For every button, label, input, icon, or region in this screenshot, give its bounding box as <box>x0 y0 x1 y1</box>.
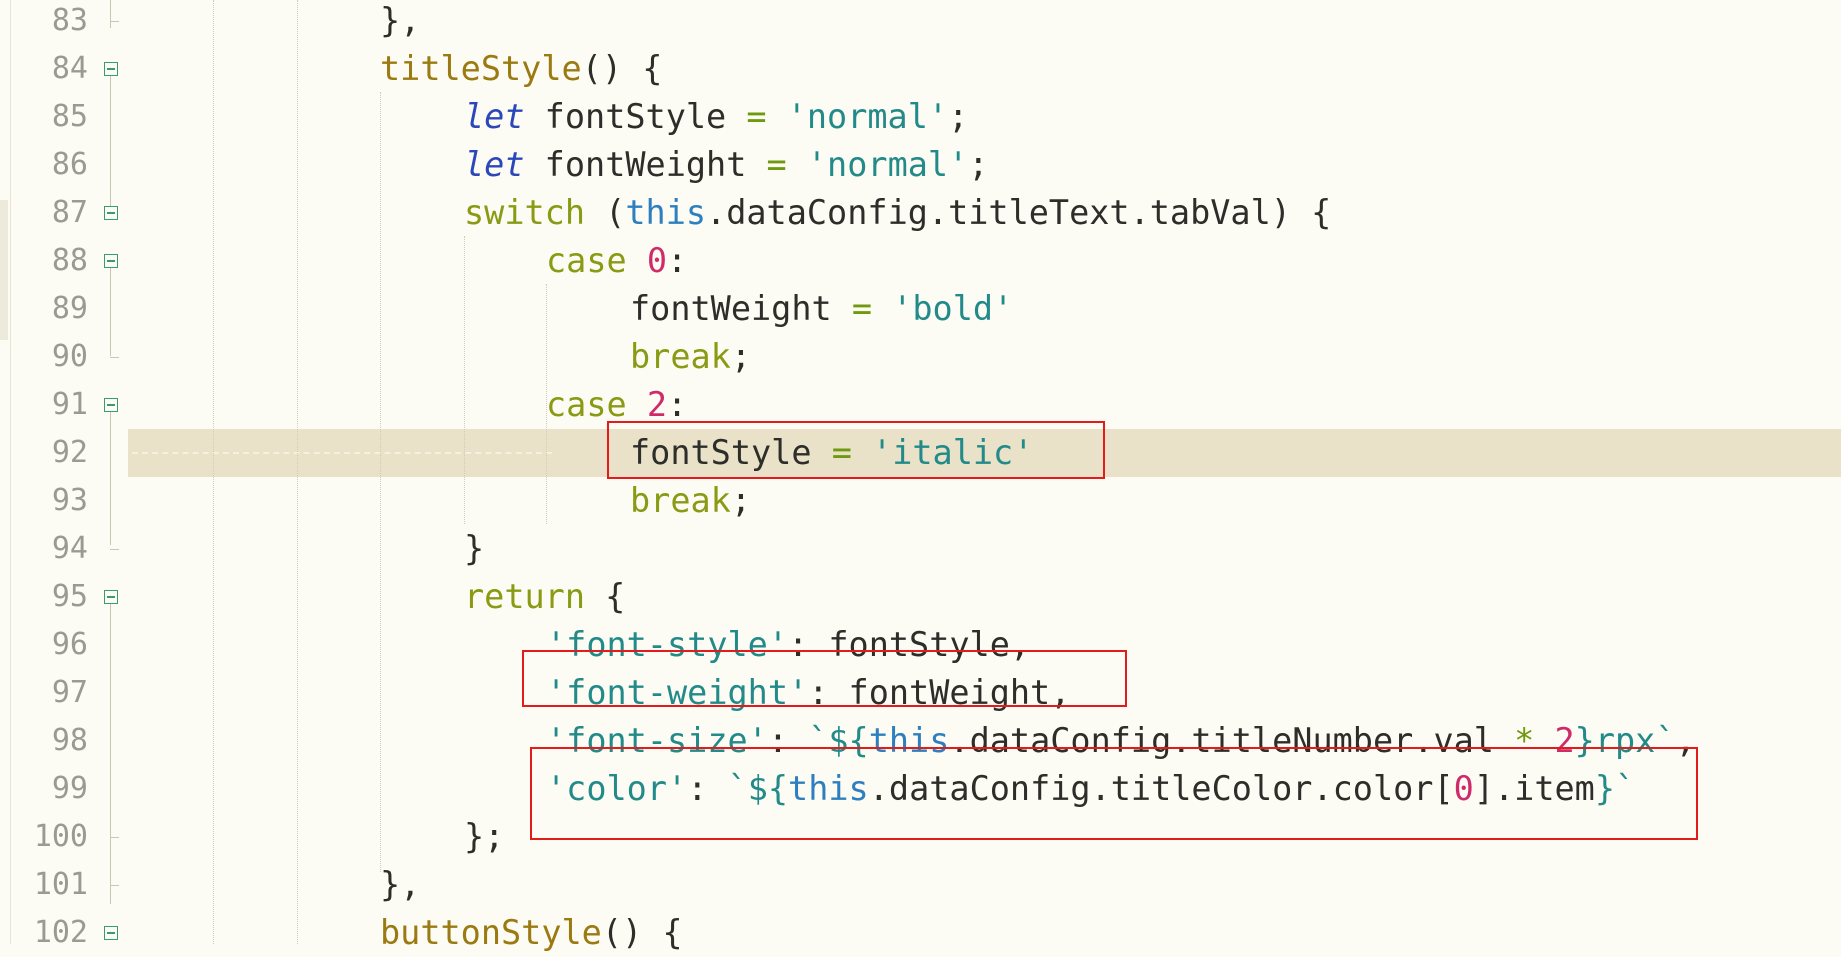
code-line-84[interactable]: titleStyle() { <box>380 45 662 93</box>
code-line-87[interactable]: switch (this.dataConfig.titleText.tabVal… <box>464 189 1331 237</box>
code-text: () { <box>601 913 683 952</box>
code-text: }; <box>464 817 505 856</box>
keyword: break <box>630 337 731 376</box>
keyword: let <box>464 97 525 136</box>
keyword: case <box>546 385 627 424</box>
method-name: titleStyle <box>380 49 582 88</box>
indent-whitespace-marker <box>132 452 552 454</box>
indent-guide <box>380 92 381 872</box>
keyword: let <box>464 145 525 184</box>
method-name: buttonStyle <box>380 913 602 952</box>
code-line-101[interactable]: }, <box>380 861 420 909</box>
code-text: ; <box>948 97 969 136</box>
code-text: () { <box>581 49 663 88</box>
code-text: { <box>585 577 626 616</box>
number-literal: 2 <box>646 385 668 424</box>
operator: = <box>851 289 873 328</box>
code-line-102[interactable]: buttonStyle() { <box>380 909 683 957</box>
code-text: fontWeight <box>524 145 767 184</box>
code-text: : <box>667 385 688 424</box>
annotation-box-italic <box>607 421 1105 479</box>
code-text: ; <box>968 145 989 184</box>
code-line-93[interactable]: break; <box>630 477 751 525</box>
code-text: ; <box>730 481 752 520</box>
code-text: ; <box>730 337 752 376</box>
operator: = <box>766 145 787 184</box>
code-line-83[interactable]: }, <box>380 0 420 45</box>
code-text: } <box>464 529 485 568</box>
code-editor[interactable]: }, titleStyle() { let fontStyle = 'norma… <box>0 0 1841 952</box>
annotation-box-color <box>530 747 1698 840</box>
operator: = <box>746 97 767 136</box>
string-literal: 'normal' <box>786 97 949 136</box>
this-keyword: this <box>625 193 707 232</box>
code-line-95[interactable]: return { <box>464 573 625 621</box>
code-line-85[interactable]: let fontStyle = 'normal'; <box>464 93 968 141</box>
code-line-88[interactable]: case 0: <box>546 237 687 285</box>
keyword: switch <box>464 193 586 232</box>
code-line-86[interactable]: let fontWeight = 'normal'; <box>464 141 988 189</box>
number-literal: 0 <box>646 241 668 280</box>
code-line-100[interactable]: }; <box>464 813 504 861</box>
code-text: : <box>667 241 688 280</box>
indent-guide <box>213 0 214 944</box>
code-text: }, <box>380 1 421 40</box>
code-text: fontStyle <box>524 97 747 136</box>
code-text: ( <box>585 193 626 232</box>
keyword: return <box>464 577 586 616</box>
code-line-89[interactable]: fontWeight = 'bold' <box>630 285 1013 333</box>
code-text: .dataConfig.titleText.tabVal) { <box>706 193 1332 232</box>
indent-guide <box>297 0 298 944</box>
code-line-94[interactable]: } <box>464 525 484 573</box>
code-text: }, <box>380 865 421 904</box>
string-literal: 'bold' <box>892 289 1014 328</box>
keyword: break <box>630 481 731 520</box>
code-text: fontWeight <box>630 289 852 328</box>
code-line-90[interactable]: break; <box>630 333 751 381</box>
string-literal: 'normal' <box>806 145 969 184</box>
keyword: case <box>546 241 627 280</box>
indent-guide <box>464 236 465 524</box>
annotation-box-font-weight <box>522 650 1127 707</box>
